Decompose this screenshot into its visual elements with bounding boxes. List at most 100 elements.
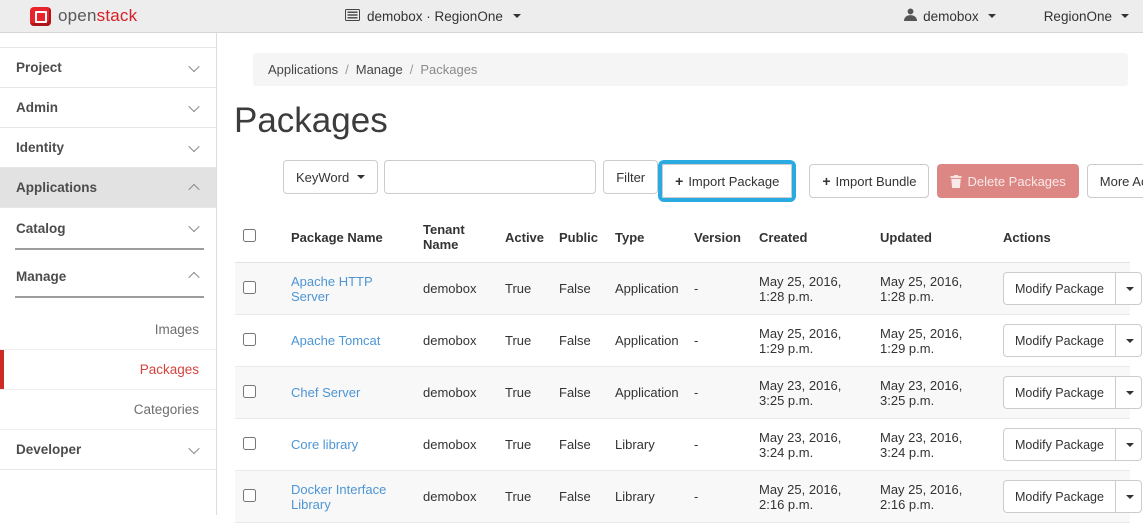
toolbar: KeyWord Filter + Import Package + Import… <box>283 160 1121 202</box>
breadcrumb-item-packages: Packages <box>420 62 477 77</box>
more-actions-button-label: More Actions <box>1100 174 1143 189</box>
import-package-button[interactable]: + Import Package <box>662 164 792 198</box>
column-header-updated[interactable]: Updated <box>872 212 995 263</box>
row-actions-dropdown-button[interactable] <box>1116 324 1142 357</box>
row-checkbox[interactable] <box>243 385 256 398</box>
sidebar-item-packages[interactable]: Packages <box>0 350 216 390</box>
package-name-link[interactable]: Docker Interface Library <box>291 482 386 512</box>
row-checkbox[interactable] <box>243 333 256 346</box>
sidebar-item-admin[interactable]: Admin <box>0 88 216 128</box>
delete-packages-button[interactable]: Delete Packages <box>937 164 1078 198</box>
filter-button[interactable]: Filter <box>603 160 658 194</box>
filter-button-label: Filter <box>616 170 645 185</box>
row-action-split-button: Modify Package <box>1003 272 1142 305</box>
chevron-up-icon <box>188 272 199 283</box>
filter-search-input[interactable] <box>384 160 596 194</box>
import-bundle-button[interactable]: + Import Bundle <box>809 164 929 198</box>
project-region-switcher[interactable]: demobox · RegionOne <box>345 0 521 32</box>
main-content: Applications/Manage/Packages Packages Ke… <box>217 33 1143 515</box>
row-action-split-button: Modify Package <box>1003 376 1142 409</box>
keyword-dropdown-label: KeyWord <box>296 170 349 185</box>
group-divider <box>15 296 204 298</box>
chevron-down-icon <box>1126 339 1134 343</box>
sidebar-item-developer[interactable]: Developer <box>0 430 216 470</box>
column-header-active[interactable]: Active <box>497 212 551 263</box>
sidebar-item-manage[interactable]: Manage <box>0 256 216 296</box>
packages-table: Package Name Tenant Name Active Public T… <box>235 212 1130 523</box>
row-actions-dropdown-button[interactable] <box>1116 376 1142 409</box>
public-cell: False <box>551 263 607 315</box>
column-header-actions: Actions <box>995 212 1130 263</box>
context-switcher-label: demobox · RegionOne <box>367 9 503 24</box>
modify-package-button[interactable]: Modify Package <box>1003 324 1116 357</box>
row-checkbox[interactable] <box>243 437 256 450</box>
keyword-dropdown-button[interactable]: KeyWord <box>283 160 378 194</box>
modify-package-button[interactable]: Modify Package <box>1003 480 1116 513</box>
type-cell: Library <box>607 419 686 471</box>
column-header-type[interactable]: Type <box>607 212 686 263</box>
table-header-row: Package Name Tenant Name Active Public T… <box>235 212 1130 263</box>
modify-package-button[interactable]: Modify Package <box>1003 272 1116 305</box>
plus-icon: + <box>822 173 830 189</box>
sidebar-item-label: Categories <box>134 402 199 417</box>
type-cell: Application <box>607 263 686 315</box>
modify-package-button[interactable]: Modify Package <box>1003 428 1116 461</box>
openstack-logo[interactable]: openstack <box>30 0 137 32</box>
table-row: Apache HTTP Server demobox True False Ap… <box>235 263 1130 315</box>
package-name-link[interactable]: Apache HTTP Server <box>291 274 372 304</box>
import-package-highlight: + Import Package <box>658 160 796 202</box>
user-menu[interactable]: demobox <box>904 8 996 24</box>
public-cell: False <box>551 367 607 419</box>
column-header-created[interactable]: Created <box>751 212 872 263</box>
table-row: Apache Tomcat demobox True False Applica… <box>235 315 1130 367</box>
region-menu-label: RegionOne <box>1044 9 1112 24</box>
active-cell: True <box>497 263 551 315</box>
updated-cell: May 25, 2016, 1:28 p.m. <box>872 263 995 315</box>
column-header-version[interactable]: Version <box>686 212 751 263</box>
chevron-down-icon <box>513 14 521 18</box>
breadcrumb-item-applications[interactable]: Applications <box>268 62 338 77</box>
region-menu[interactable]: RegionOne <box>1044 9 1129 24</box>
row-checkbox[interactable] <box>243 489 256 502</box>
modify-package-button[interactable]: Modify Package <box>1003 376 1116 409</box>
created-cell: May 23, 2016, 3:24 p.m. <box>751 419 872 471</box>
created-cell: May 23, 2016, 3:25 p.m. <box>751 367 872 419</box>
updated-cell: May 23, 2016, 3:24 p.m. <box>872 419 995 471</box>
column-header-tenant-name[interactable]: Tenant Name <box>415 212 497 263</box>
sidebar-item-images[interactable]: Images <box>0 310 216 350</box>
column-header-public[interactable]: Public <box>551 212 607 263</box>
breadcrumb: Applications/Manage/Packages <box>253 53 1128 86</box>
chevron-up-icon <box>188 183 199 194</box>
row-checkbox[interactable] <box>243 281 256 294</box>
sidebar-item-project[interactable]: Project <box>0 48 216 88</box>
chevron-down-icon <box>188 100 199 111</box>
chevron-down-icon <box>1126 495 1134 499</box>
package-name-link[interactable]: Core library <box>291 437 358 452</box>
updated-cell: May 25, 2016, 1:29 p.m. <box>872 315 995 367</box>
breadcrumb-item-manage[interactable]: Manage <box>356 62 403 77</box>
row-action-split-button: Modify Package <box>1003 480 1142 513</box>
select-all-checkbox[interactable] <box>243 229 256 242</box>
import-package-button-label: Import Package <box>688 174 779 189</box>
column-header-package-name[interactable]: Package Name <box>283 212 415 263</box>
chevron-down-icon <box>188 221 199 232</box>
chevron-down-icon <box>188 140 199 151</box>
sidebar-item-identity[interactable]: Identity <box>0 128 216 168</box>
tenant-cell: demobox <box>415 367 497 419</box>
sidebar-item-applications[interactable]: Applications <box>0 168 216 208</box>
row-actions-dropdown-button[interactable] <box>1116 272 1142 305</box>
package-name-link[interactable]: Chef Server <box>291 385 360 400</box>
sidebar-item-label: Developer <box>16 442 81 457</box>
more-actions-button[interactable]: More Actions <box>1087 164 1143 198</box>
row-actions-dropdown-button[interactable] <box>1116 428 1142 461</box>
package-name-link[interactable]: Apache Tomcat <box>291 333 380 348</box>
sidebar-item-catalog[interactable]: Catalog <box>0 208 216 248</box>
delete-packages-button-label: Delete Packages <box>967 174 1065 189</box>
packages-table-body: Apache HTTP Server demobox True False Ap… <box>235 263 1130 523</box>
sidebar-item-categories[interactable]: Categories <box>0 390 216 430</box>
version-cell: - <box>686 367 751 419</box>
row-actions-dropdown-button[interactable] <box>1116 480 1142 513</box>
active-cell: True <box>497 315 551 367</box>
chevron-down-icon <box>357 175 365 179</box>
row-action-split-button: Modify Package <box>1003 324 1142 357</box>
